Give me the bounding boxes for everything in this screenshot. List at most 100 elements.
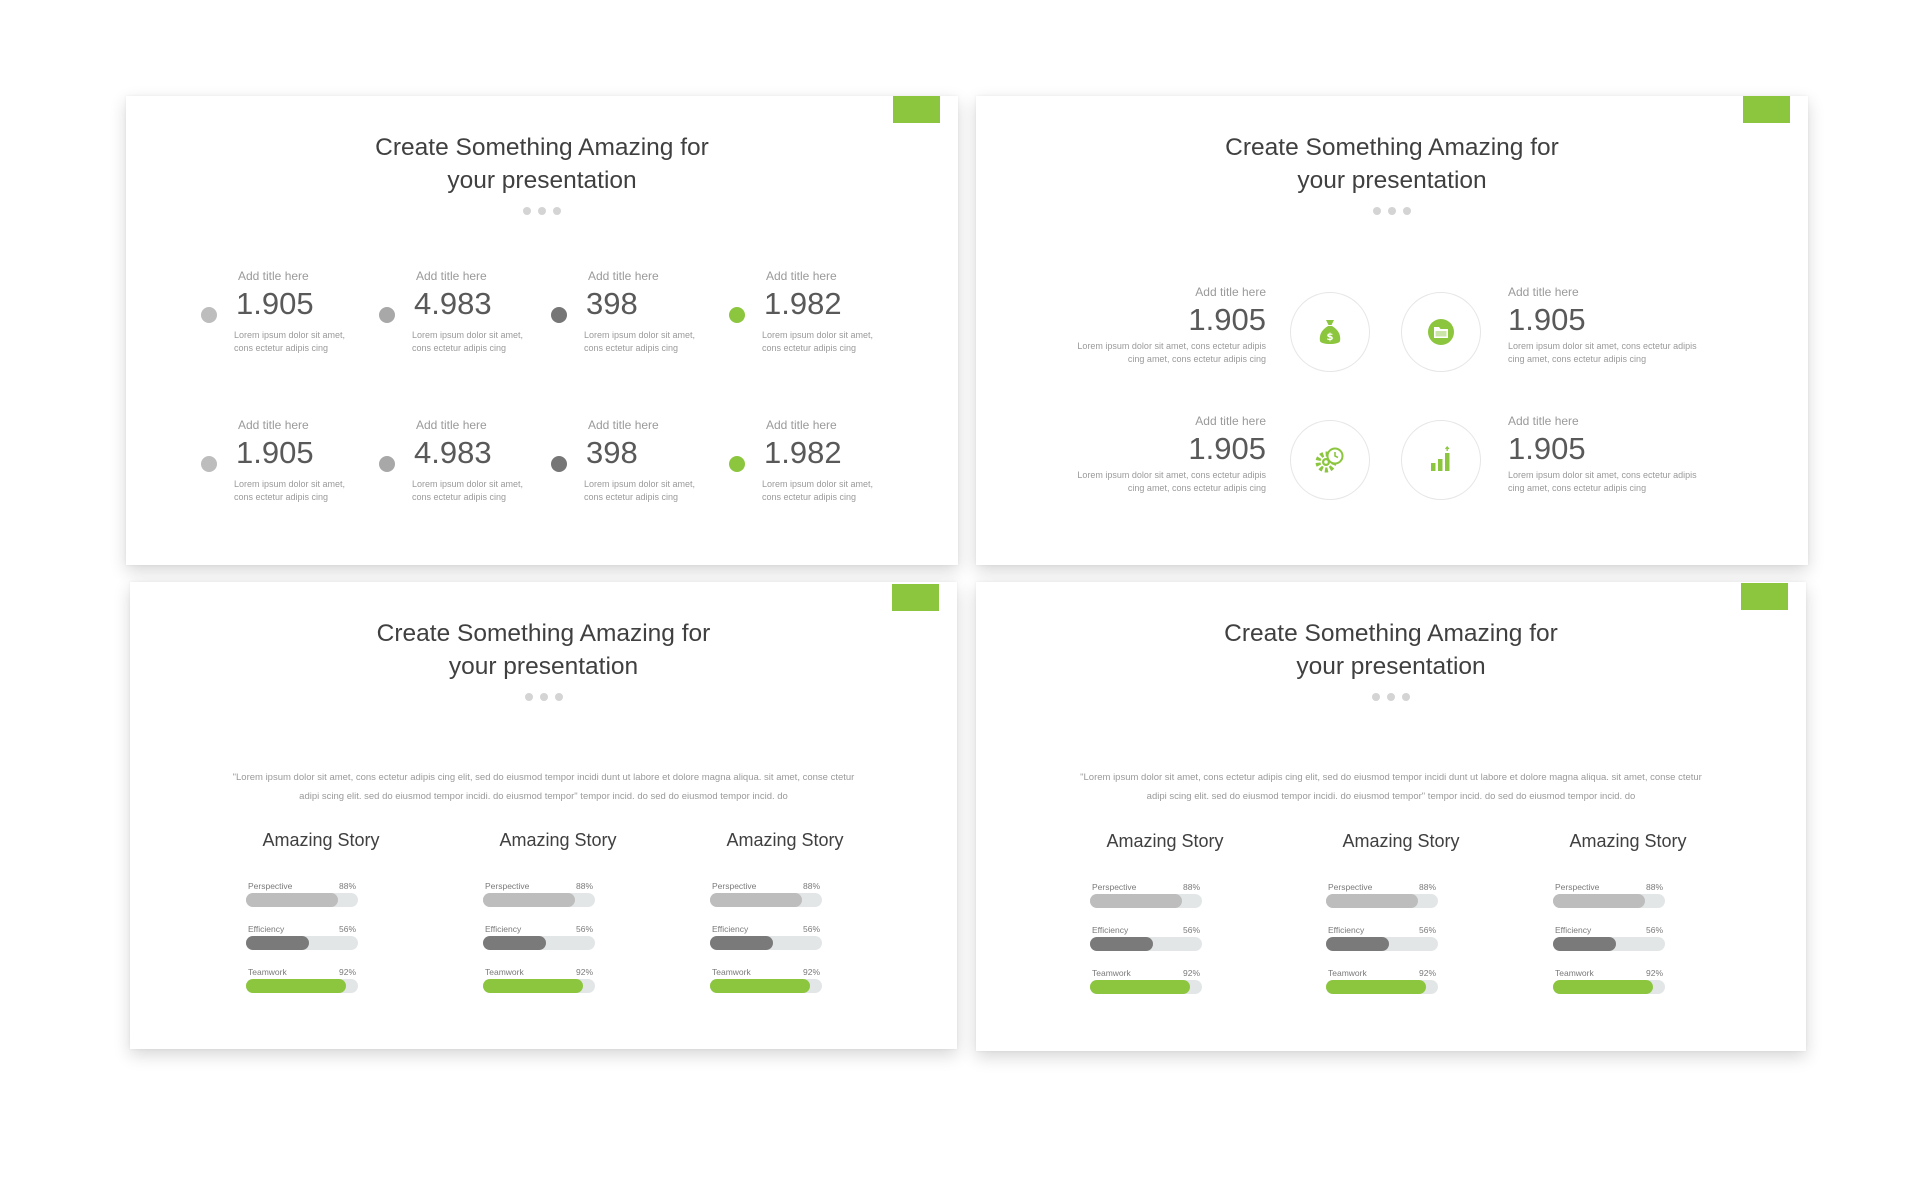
skill-percent: 92% <box>1182 968 1200 978</box>
skill-bar: Efficiency 56% <box>483 924 595 967</box>
stat-title: Add title here <box>238 418 309 432</box>
slide-features[interactable]: Create Something Amazing for your presen… <box>976 96 1808 565</box>
story-heading: Amazing Story <box>1106 831 1224 851</box>
slide-title: Create Something Amazing for your presen… <box>1224 620 1558 680</box>
skill-fill <box>483 979 583 993</box>
slide-title: Create Something Amazing for your presen… <box>375 134 709 194</box>
feature-title: Add title here <box>1195 414 1266 428</box>
skill-bar: Efficiency 56% <box>1090 925 1202 968</box>
skill-percent: 88% <box>575 881 593 891</box>
skill-bar: Teamwork 92% <box>1326 968 1438 1011</box>
feature-text: Add title here 1.905 Lorem ipsum dolor s… <box>1056 285 1266 366</box>
skill-percent: 56% <box>575 924 593 934</box>
skill-bar: Teamwork 92% <box>1090 968 1202 1011</box>
skill-track <box>1326 937 1438 951</box>
skill-bar: Efficiency 56% <box>246 924 358 967</box>
skill-fill <box>710 979 810 993</box>
bar-chart-icon <box>1401 420 1481 500</box>
skill-percent: 92% <box>575 967 593 977</box>
skill-bar: Perspective 88% <box>246 881 358 924</box>
skill-track <box>710 979 822 993</box>
skill-percent: 92% <box>1645 968 1663 978</box>
skill-track <box>1326 980 1438 994</box>
quote-text: "Lorem ipsum dolor sit amet, cons ectetu… <box>232 772 855 802</box>
skill-fill <box>1553 937 1616 951</box>
stat-dot <box>551 307 567 323</box>
skill-track <box>483 936 595 950</box>
skill-track <box>710 936 822 950</box>
stat-title: Add title here <box>588 269 659 283</box>
skill-percent: 92% <box>338 967 356 977</box>
skill-label: Efficiency <box>712 924 749 934</box>
stat-description: Lorem ipsum dolor sit amet, cons ectetur … <box>412 330 524 353</box>
skill-label: Teamwork <box>485 967 524 977</box>
skill-fill <box>1553 894 1645 908</box>
skill-fill <box>1326 980 1426 994</box>
slide-stats[interactable]: Create Something Amazing for your presen… <box>126 96 958 565</box>
skill-fill <box>246 979 346 993</box>
story-block: Amazing Story Perspective 88% Efficiency 5… <box>1090 831 1240 994</box>
skill-label: Teamwork <box>248 967 287 977</box>
stat-title: Add title here <box>766 418 837 432</box>
skill-percent: 56% <box>1645 925 1663 935</box>
skill-label: Perspective <box>248 881 293 891</box>
skill-bar: Efficiency 56% <box>1553 925 1665 968</box>
skill-percent: 88% <box>1645 882 1663 892</box>
stat-dot <box>729 307 745 323</box>
skill-bar: Teamwork 92% <box>1553 968 1665 1011</box>
skill-percent: 56% <box>802 924 820 934</box>
skill-track <box>1553 894 1665 908</box>
skill-label: Teamwork <box>1092 968 1131 978</box>
stat-description: Lorem ipsum dolor sit amet, cons ectetur … <box>762 330 874 353</box>
skill-fill <box>710 936 773 950</box>
slide-title: Create Something Amazing for your presen… <box>376 620 711 680</box>
skill-track <box>710 893 822 907</box>
skill-label: Perspective <box>712 881 757 891</box>
feature-description: Lorem ipsum dolor sit amet, cons ectetur… <box>1508 341 1697 364</box>
feature-description: Lorem ipsum dolor sit amet, cons ectetur… <box>1077 470 1266 493</box>
money-bag-icon: $ <box>1290 292 1370 372</box>
stat-value: 398 <box>586 435 638 470</box>
feature-description: Lorem ipsum dolor sit amet, cons ectetur… <box>1077 341 1266 364</box>
title-dots-ornament <box>1372 693 1410 701</box>
skill-fill <box>483 936 546 950</box>
stat-title: Add title here <box>416 418 487 432</box>
accent-corner-block <box>1741 583 1788 610</box>
skill-label: Efficiency <box>485 924 522 934</box>
stat-value: 1.982 <box>764 435 842 470</box>
skill-percent: 88% <box>802 881 820 891</box>
skill-track <box>1553 937 1665 951</box>
feature-value: 1.905 <box>1188 431 1266 466</box>
skill-fill <box>1326 894 1418 908</box>
stat-title: Add title here <box>588 418 659 432</box>
skill-label: Teamwork <box>712 967 751 977</box>
story-block: Amazing Story Perspective 88% Efficiency 5… <box>1326 831 1476 994</box>
skill-bar: Perspective 88% <box>1090 882 1202 925</box>
skill-track <box>1553 980 1665 994</box>
slide-skills[interactable]: Create Something Amazing for your presen… <box>976 582 1806 1051</box>
skill-percent: 92% <box>802 967 820 977</box>
stat-description: Lorem ipsum dolor sit amet, cons ectetur … <box>234 479 346 502</box>
stat-dot <box>379 456 395 472</box>
skill-bar: Teamwork 92% <box>483 967 595 1010</box>
stat-value: 1.982 <box>764 286 842 321</box>
skill-fill <box>710 893 802 907</box>
skill-percent: 88% <box>1418 882 1436 892</box>
skill-label: Perspective <box>1092 882 1137 892</box>
skill-track <box>1090 894 1202 908</box>
story-heading: Amazing Story <box>499 830 617 850</box>
skill-percent: 88% <box>1182 882 1200 892</box>
skill-label: Perspective <box>1328 882 1373 892</box>
skill-bar: Teamwork 92% <box>710 967 822 1010</box>
feature-text: Add title here 1.905 Lorem ipsum dolor s… <box>1508 285 1718 366</box>
slide-title: Create Something Amazing for your presen… <box>1225 134 1559 194</box>
accent-corner-block <box>893 96 940 123</box>
slide-skills[interactable]: Create Something Amazing for your presen… <box>130 582 957 1049</box>
skill-fill <box>1090 980 1190 994</box>
skill-label: Perspective <box>485 881 530 891</box>
skill-track <box>246 936 358 950</box>
skill-label: Efficiency <box>1092 925 1129 935</box>
stat-value: 1.905 <box>236 435 314 470</box>
story-heading: Amazing Story <box>1342 831 1460 851</box>
stat-value: 4.983 <box>414 286 492 321</box>
